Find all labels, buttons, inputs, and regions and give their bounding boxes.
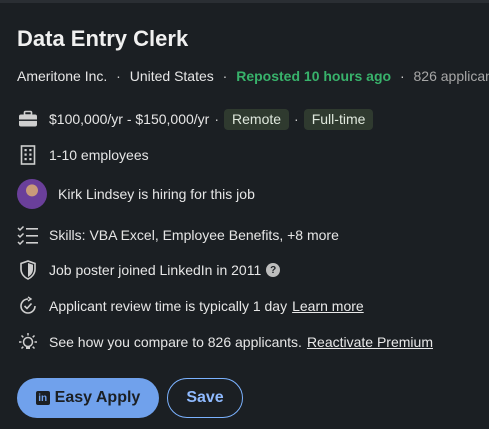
save-label: Save bbox=[186, 389, 224, 406]
separator: · bbox=[214, 111, 220, 127]
workplace-type-badge: Remote bbox=[224, 108, 290, 130]
job-title[interactable]: Data Entry Clerk bbox=[17, 26, 188, 52]
compare-text: See how you compare to 826 applicants. bbox=[49, 334, 302, 350]
review-time-row: Applicant review time is typically 1 day… bbox=[17, 295, 364, 317]
skills-text: Skills: VBA Excel, Employee Benefits, +8… bbox=[49, 227, 339, 243]
separator: · bbox=[399, 68, 405, 84]
shield-icon bbox=[17, 259, 39, 281]
poster-joined-text: Job poster joined LinkedIn in 2011 bbox=[49, 262, 262, 278]
job-location: United States bbox=[129, 68, 214, 84]
separator: · bbox=[222, 68, 228, 84]
easy-apply-label: Easy Apply bbox=[54, 389, 141, 406]
checklist-icon bbox=[17, 224, 39, 246]
job-meta-line: Ameritone Inc. · United States · Reposte… bbox=[17, 68, 489, 84]
posted-time: Reposted 10 hours ago bbox=[236, 68, 392, 84]
top-border bbox=[0, 0, 489, 3]
job-type-badge: Full-time bbox=[303, 108, 374, 130]
building-icon bbox=[17, 144, 39, 166]
salary-row: $100,000/yr - $150,000/yr · Remote · Ful… bbox=[17, 108, 374, 130]
linkedin-icon: in bbox=[35, 391, 50, 405]
company-size-row: 1-10 employees bbox=[17, 144, 149, 166]
salary-range: $100,000/yr - $150,000/yr bbox=[49, 111, 210, 127]
save-button[interactable]: Save bbox=[167, 378, 243, 418]
hiring-text: Kirk Lindsey is hiring for this job bbox=[58, 186, 255, 202]
learn-more-link[interactable]: Learn more bbox=[292, 298, 364, 314]
separator: · bbox=[116, 68, 121, 84]
clock-check-icon bbox=[17, 295, 39, 317]
avatar[interactable] bbox=[17, 179, 47, 209]
poster-row: Job poster joined LinkedIn in 2011 ? bbox=[17, 259, 281, 281]
separator: · bbox=[294, 111, 299, 127]
company-name[interactable]: Ameritone Inc. bbox=[17, 68, 107, 84]
question-icon[interactable]: ? bbox=[266, 263, 281, 277]
hiring-manager-row[interactable]: Kirk Lindsey is hiring for this job bbox=[17, 178, 255, 210]
company-size: 1-10 employees bbox=[49, 147, 149, 163]
applicant-count: 826 applicants bbox=[413, 68, 489, 84]
easy-apply-button[interactable]: in Easy Apply bbox=[17, 378, 159, 418]
review-time-text: Applicant review time is typically 1 day bbox=[49, 298, 288, 314]
reactivate-premium-link[interactable]: Reactivate Premium bbox=[307, 334, 433, 350]
lightbulb-icon bbox=[17, 331, 39, 353]
briefcase-icon bbox=[17, 108, 39, 130]
skills-row[interactable]: Skills: VBA Excel, Employee Benefits, +8… bbox=[17, 224, 339, 246]
compare-row: See how you compare to 826 applicants. R… bbox=[17, 331, 433, 353]
